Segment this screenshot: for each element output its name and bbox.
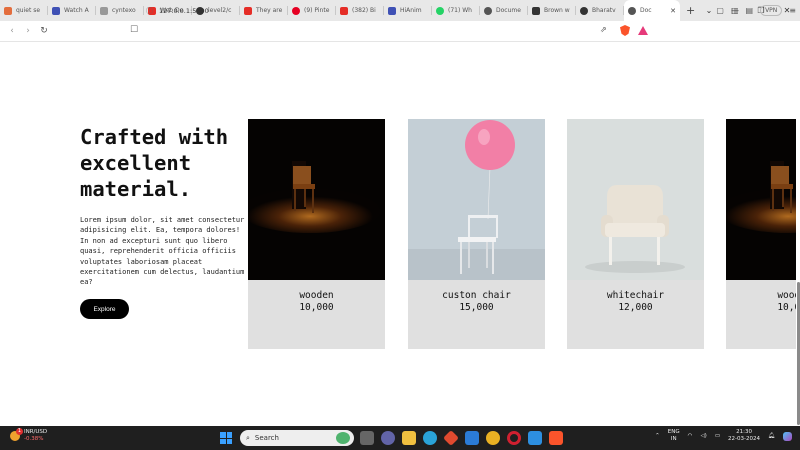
tab-favicon <box>100 6 108 15</box>
intro-paragraph: Lorem ipsum dolor, sit amet consectetur … <box>80 216 245 287</box>
product-name: custon chair <box>442 290 511 301</box>
file-explorer-icon[interactable] <box>402 431 416 445</box>
task-view-icon[interactable] <box>360 431 374 445</box>
product-image-wooden-chair <box>726 119 800 280</box>
globe-icon <box>628 6 636 15</box>
windows-start-icon[interactable] <box>220 432 232 444</box>
product-name: wooden <box>777 290 800 301</box>
ticker-widget[interactable]: 1 INR/USD -0.38% <box>10 428 48 443</box>
reload-button[interactable]: ↻ <box>36 26 52 36</box>
page-heading: Crafted with excellent material. <box>80 125 229 201</box>
bookmark-icon[interactable]: ☐ <box>130 25 138 35</box>
product-price: 15,000 <box>459 302 494 313</box>
chat-icon[interactable]: ▢ <box>716 6 724 15</box>
product-name: whitechair <box>606 290 665 301</box>
product-price: 12,000 <box>618 302 653 313</box>
language-indicator[interactable]: ENG IN <box>668 429 680 443</box>
product-price: 10,000 <box>299 302 334 313</box>
tab-favicon <box>4 6 12 15</box>
back-button[interactable]: ‹ <box>4 26 20 36</box>
office-icon[interactable] <box>443 430 459 446</box>
menu-icon[interactable]: ≡ <box>789 6 796 15</box>
brave-rewards-icon[interactable] <box>638 26 648 35</box>
tray-chevron-icon[interactable]: ⌃ <box>655 433 660 439</box>
product-card[interactable]: whitechair 12,000 <box>567 119 704 349</box>
sidebar-icon[interactable]: ▥ <box>731 6 739 15</box>
taskbar-apps <box>360 430 563 446</box>
search-highlight-icon <box>336 432 350 444</box>
tab-active[interactable]: Doc ✕ <box>624 0 680 21</box>
search-icon: ⌕ <box>246 433 250 442</box>
product-card[interactable]: wooden 10,000 <box>726 119 800 349</box>
product-card[interactable]: custon chair 15,000 <box>408 119 545 349</box>
vscode-icon[interactable] <box>528 431 542 445</box>
teams-chat-icon[interactable] <box>381 431 395 445</box>
product-image-white-armchair <box>567 119 704 280</box>
tab[interactable]: quiet se <box>0 0 48 21</box>
tab[interactable]: Watch A <box>48 0 96 21</box>
copilot-icon[interactable] <box>783 431 792 441</box>
address-bar-row: ‹ › ↻ <box>0 21 800 42</box>
url-field[interactable]: ⓘ 127.0.0.1:5500 <box>146 3 596 18</box>
edge-icon[interactable] <box>423 431 437 445</box>
explore-button[interactable]: Explore <box>80 299 129 319</box>
opera-icon[interactable] <box>507 431 521 445</box>
toolbar-icons: ▢ ▥ ▤ VPN ≡ <box>716 3 796 18</box>
system-tray: ⌃ ENG IN ◠ ◁) ▭ 21:30 22-03-2024 🔔︎ <box>655 429 792 443</box>
scrollbar[interactable] <box>796 42 800 426</box>
chrome-icon[interactable] <box>486 431 500 445</box>
url-text: 127.0.0.1:5500 <box>159 6 209 15</box>
close-tab-icon[interactable]: ✕ <box>670 7 676 15</box>
wifi-icon[interactable]: ◠ <box>688 433 693 439</box>
notification-bell-icon[interactable]: 🔔︎ <box>768 433 775 439</box>
forward-button[interactable]: › <box>20 26 36 36</box>
brave-icon[interactable] <box>549 431 563 445</box>
store-icon[interactable] <box>465 431 479 445</box>
wallet-icon[interactable]: ▤ <box>746 6 754 15</box>
product-image-wooden-chair <box>248 119 385 280</box>
ticker-change: -0.38% <box>24 436 44 442</box>
battery-icon[interactable]: ▭ <box>715 433 720 439</box>
notification-badge: 1 <box>16 428 23 435</box>
tab-favicon <box>52 6 60 15</box>
search-label: Search <box>254 434 279 442</box>
volume-icon[interactable]: ◁) <box>700 433 706 439</box>
share-icon[interactable]: ⇗ <box>600 25 607 34</box>
taskbar-search[interactable]: ⌕ Search <box>240 430 354 446</box>
browser-chrome: quiet se Watch A cyntexo Web De level2/c… <box>0 0 800 42</box>
product-name: wooden <box>299 290 334 301</box>
ticker-label: INR/USD <box>24 429 48 435</box>
taskbar: 1 INR/USD -0.38% ⌕ Search ⌃ ENG IN ◠ ◁) … <box>0 426 800 450</box>
product-image-balloon-chair <box>408 119 545 280</box>
web-page: Crafted with excellent material. Lorem i… <box>0 42 800 426</box>
product-price: 10,000 <box>777 302 800 313</box>
product-card[interactable]: wooden 10,000 <box>248 119 385 349</box>
clock[interactable]: 21:30 22-03-2024 <box>728 429 760 443</box>
vpn-button[interactable]: VPN <box>760 5 783 16</box>
tab[interactable]: cyntexo <box>96 0 144 21</box>
site-info-icon[interactable]: ⓘ <box>146 6 153 16</box>
